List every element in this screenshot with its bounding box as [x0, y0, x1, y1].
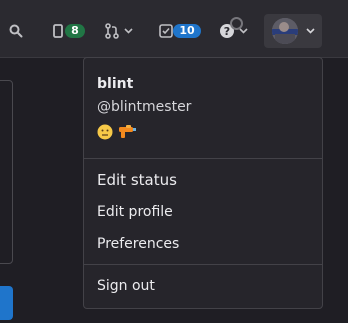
- merge-requests-button[interactable]: [96, 14, 140, 48]
- todos-button[interactable]: 10: [159, 14, 201, 48]
- user-display-name: blint: [97, 76, 134, 92]
- edit-profile-item[interactable]: Edit profile: [97, 204, 173, 220]
- user-menu-button[interactable]: [264, 14, 322, 48]
- primary-button[interactable]: [0, 286, 13, 320]
- search-icon: [9, 24, 23, 38]
- help-button[interactable]: ?: [214, 14, 252, 48]
- content-panel: [0, 80, 13, 264]
- user-dropdown-menu: blint @blintmester Edit status Edit prof…: [83, 57, 323, 309]
- merge-request-icon: [104, 23, 120, 39]
- preferences-item[interactable]: Preferences: [97, 236, 179, 252]
- edit-status-item[interactable]: Edit status: [97, 171, 177, 189]
- help-icon: ?: [219, 17, 243, 39]
- issues-icon: [53, 24, 65, 38]
- user-status: [97, 124, 137, 144]
- todo-icon: [159, 24, 174, 38]
- neutral-face-emoji-icon: [97, 124, 113, 144]
- svg-text:?: ?: [223, 25, 229, 38]
- search-button[interactable]: [0, 14, 32, 48]
- todos-count-badge: 10: [173, 24, 201, 38]
- user-handle: @blintmester: [97, 99, 192, 115]
- avatar: [271, 18, 298, 44]
- issues-button[interactable]: 8: [50, 14, 88, 48]
- sign-out-item[interactable]: Sign out: [97, 278, 155, 294]
- top-navbar: 8 10 ?: [0, 0, 348, 58]
- menu-divider: [84, 264, 322, 265]
- menu-divider: [84, 158, 322, 159]
- chevron-down-icon: [123, 28, 133, 34]
- water-pistol-emoji-icon: [117, 124, 137, 144]
- chevron-down-icon: [305, 28, 315, 34]
- notification-dot-icon: [229, 17, 243, 30]
- issues-count-badge: 8: [65, 24, 85, 38]
